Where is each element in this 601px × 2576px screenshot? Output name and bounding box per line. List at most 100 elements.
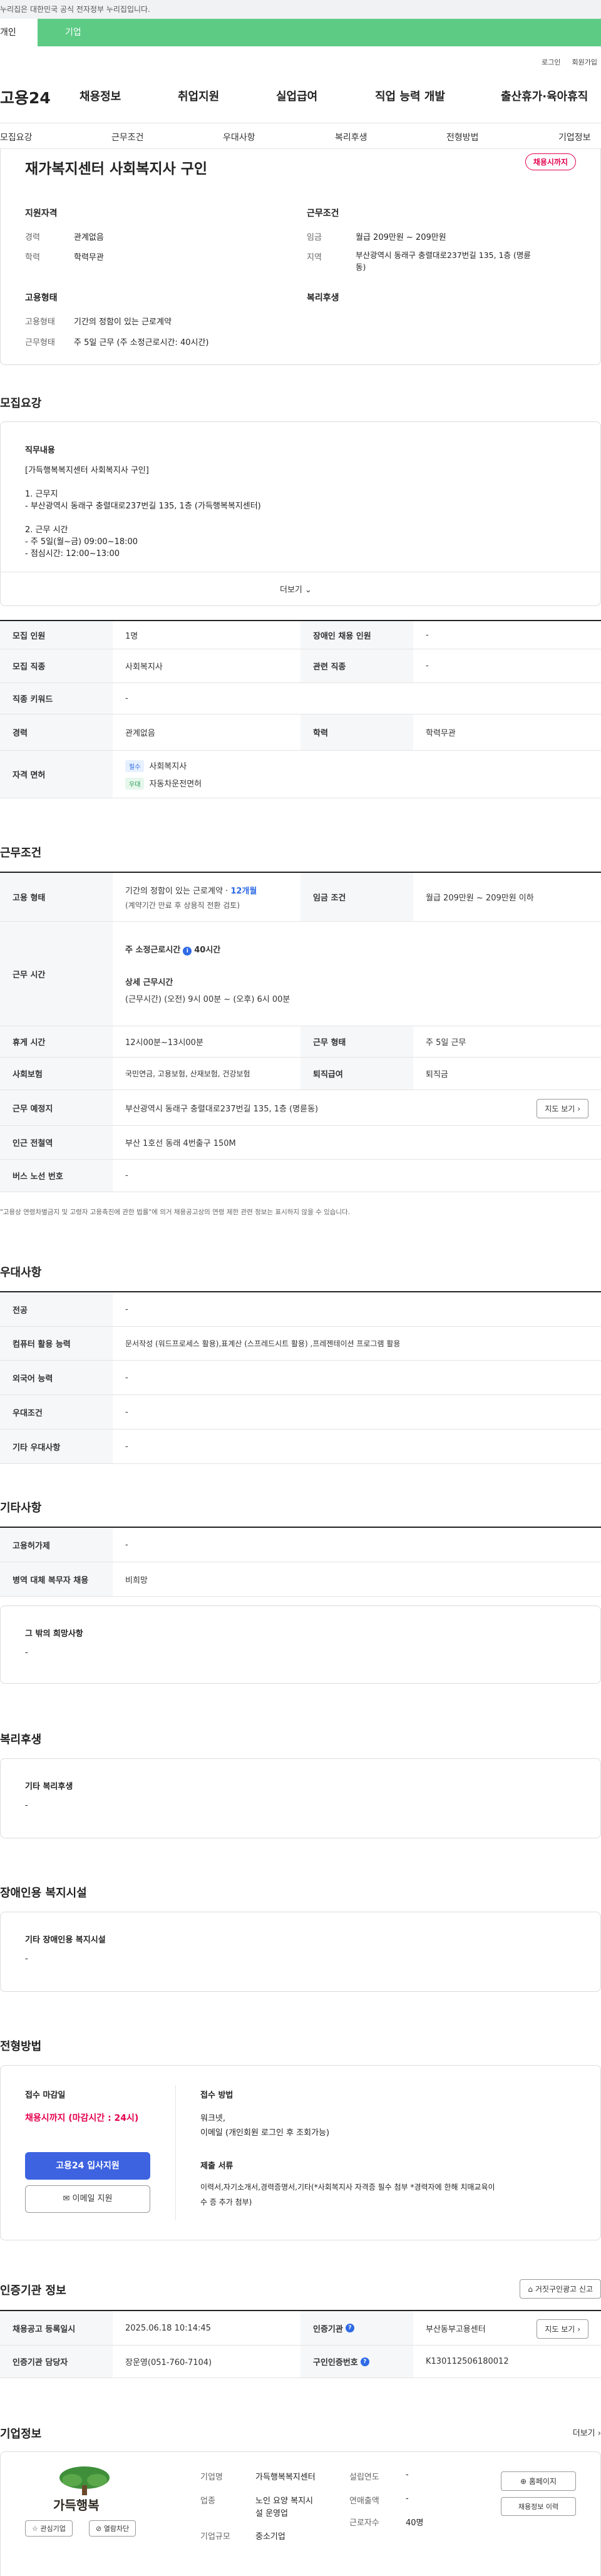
- star-icon: ☆: [32, 2525, 38, 2533]
- row-value: -: [125, 1373, 128, 1383]
- table-row: 인근 전철역 부산 1호선 동래 4번출구 150M: [0, 1126, 601, 1160]
- info-icon[interactable]: i: [183, 947, 192, 956]
- row-label: 직종 키워드: [0, 683, 113, 714]
- table-row: 모집 직종 사회복지사 관련 직종 -: [0, 649, 601, 683]
- summary-region-label: 지역: [307, 253, 322, 262]
- row-value: -: [125, 694, 128, 703]
- table-row: 컴퓨터 활용 능력 문서작성 (워드프로세스 활용),표계산 (스프레드시트 활…: [0, 1327, 601, 1361]
- cert-table: 채용공고 등록일시 2025.06.18 10:14:45 인증기관? 부산동부…: [0, 2310, 601, 2378]
- row-label: 자격 면허: [0, 751, 113, 798]
- tab-conditions[interactable]: 근무조건: [111, 131, 144, 143]
- license-item: 필수 사회복지사: [125, 760, 187, 772]
- license-name: 사회복지사: [149, 761, 187, 771]
- method-title: 접수 방법: [200, 2091, 234, 2100]
- summary-wage-value: 월급 209만원 ~ 209만원: [356, 233, 446, 242]
- row-value: 주 소정근로시간 i 40시간 상세 근무시간 (근무시간) (오전) 9시 00분…: [113, 922, 601, 1026]
- row-value: 2025.06.18 10:14:45: [125, 2323, 211, 2333]
- row-value: 장운영(051-760-7104): [125, 2358, 212, 2367]
- row-value: -: [125, 1441, 128, 1451]
- summary-welfare-title: 복리후생: [307, 293, 339, 303]
- gnb-unemployment[interactable]: 실업급여: [276, 88, 317, 104]
- favorite-company-button[interactable]: ☆ 관심기업: [25, 2520, 73, 2537]
- detail-hours-title: 상세 근무시간: [125, 978, 173, 987]
- info-icon[interactable]: ?: [345, 2324, 354, 2332]
- row-label: 모집 직종: [0, 649, 113, 683]
- etc-table: 고용허가제 - 병역 대체 복무자 채용 비희망: [0, 1527, 601, 1597]
- row-label: 사회보험: [0, 1058, 113, 1090]
- block-label: 열람차단: [103, 2525, 130, 2533]
- more-button[interactable]: 더보기 ⌄: [280, 583, 312, 595]
- tab-company[interactable]: 기업정보: [558, 131, 591, 143]
- row-value: 1명: [125, 631, 138, 641]
- deadline-badge: 채용시까지: [525, 153, 576, 170]
- row-value: -: [125, 1407, 128, 1417]
- row-value: 국민연금, 고용보험, 산재보험, 건강보험: [125, 1069, 250, 1078]
- job-history-button[interactable]: 채용정보 이력: [501, 2497, 576, 2516]
- section-welfare-title: 복리후생: [0, 1733, 42, 1746]
- company-size-label: 기업규모: [200, 2532, 230, 2542]
- map-button[interactable]: 지도 보기 ›: [537, 1099, 588, 1118]
- tab-recruit[interactable]: 모집요강: [0, 131, 33, 143]
- docs-value-2: 수 증 추가 첨부): [200, 2198, 252, 2207]
- age-law-note: "고용상 연령차별금지 및 고령자 고용촉진에 관한 법률"에 의거 채용공고상…: [0, 1208, 351, 1216]
- mail-icon: ✉: [63, 2194, 70, 2203]
- table-row: 버스 노선 번호 -: [0, 1160, 601, 1192]
- job-desc-line: - 점심시간: 12:00~13:00: [25, 549, 120, 559]
- job-desc-line: 2. 근무 시간: [25, 525, 68, 535]
- cert-map-label: 지도 보기: [545, 2325, 575, 2334]
- row-label: 컴퓨터 활용 능력: [0, 1327, 113, 1360]
- company-logo: 가득행복: [38, 2464, 131, 2514]
- apply-button[interactable]: 고용24 입사지원: [25, 2152, 150, 2180]
- summary-cond-title: 근무조건: [307, 209, 339, 219]
- row-value: -: [125, 1540, 128, 1550]
- chevron-right-icon: ›: [577, 1105, 580, 1113]
- page-title: 재가복지센터 사회복지사 구인: [25, 161, 208, 177]
- row-label: 버스 노선 번호: [0, 1160, 113, 1192]
- preferred-tag: 우대: [125, 777, 145, 790]
- row-value: 비희망: [125, 1575, 148, 1585]
- summary-career-label: 경력: [25, 233, 40, 242]
- homepage-button[interactable]: ⊕ 홈페이지: [501, 2471, 576, 2491]
- cert-map-button[interactable]: 지도 보기 ›: [537, 2319, 588, 2339]
- row-label: 장애인 채용 인원: [300, 621, 413, 649]
- row-label: 근무 형태: [300, 1026, 413, 1057]
- gnb-employment-support[interactable]: 취업지원: [178, 88, 219, 104]
- table-row: 자격 면허 필수 사회복지사 우대 자동차운전면허: [0, 751, 601, 798]
- tab-personal[interactable]: 개인: [0, 19, 38, 46]
- company-more-link[interactable]: 더보기 ›: [573, 2426, 601, 2438]
- etype-text: 기간의 정함이 있는 근로계약 ·: [125, 886, 231, 896]
- gnb-parental-leave[interactable]: 출산휴가·육아휴직: [501, 88, 588, 104]
- summary-wage-label: 임금: [307, 233, 322, 242]
- tab-company[interactable]: 기업: [38, 19, 601, 46]
- gnb-training[interactable]: 직업 능력 개발: [375, 88, 445, 104]
- login-link[interactable]: 로그인: [542, 57, 560, 67]
- section-company-title: 기업정보: [0, 2428, 42, 2441]
- report-label: 거짓구인광고 신고: [535, 2285, 593, 2294]
- other-wish-card: [0, 1605, 601, 1684]
- table-row: 직종 키워드 -: [0, 683, 601, 714]
- tab-welfare[interactable]: 복리후생: [335, 131, 367, 143]
- table-row: 모집 인원 1명 장애인 채용 인원 -: [0, 621, 601, 649]
- site-logo[interactable]: 고용24: [0, 86, 51, 108]
- tab-process[interactable]: 전형방법: [446, 131, 479, 143]
- section-process-title: 전형방법: [0, 2040, 42, 2053]
- row-value: 관계없음: [125, 729, 155, 738]
- table-row: 인증기관 담당자 장운영(051-760-7104) 구인인증번호? K1301…: [0, 2346, 601, 2378]
- etype-line: 기간의 정함이 있는 근로계약 · 12개월: [125, 884, 257, 896]
- gnb-jobs[interactable]: 채용정보: [80, 88, 121, 104]
- block-company-button[interactable]: ⊘ 열람차단: [89, 2520, 136, 2537]
- chevron-down-icon: ⌄: [305, 585, 312, 595]
- row-value: 주 5일 근무: [426, 1038, 466, 1048]
- join-link[interactable]: 회원가입: [572, 57, 597, 67]
- tab-preference[interactable]: 우대사항: [223, 131, 255, 143]
- company-sales-value: -: [406, 2494, 409, 2503]
- gov-banner: 누리집은 대한민국 공식 전자정부 누리집입니다.: [0, 0, 601, 19]
- job-history-label: 채용정보 이력: [518, 2503, 559, 2511]
- row-label: 경력: [0, 714, 113, 750]
- chevron-right-icon: ›: [577, 2325, 580, 2334]
- report-fake-ad-button[interactable]: ⌂ 거짓구인광고 신고: [520, 2279, 601, 2299]
- row-value: 월급 209만원 ~ 209만원 이하: [426, 894, 534, 903]
- email-apply-button[interactable]: ✉ 이메일 지원: [25, 2185, 150, 2213]
- license-item: 우대 자동차운전면허: [125, 777, 202, 790]
- info-icon[interactable]: ?: [360, 2357, 369, 2366]
